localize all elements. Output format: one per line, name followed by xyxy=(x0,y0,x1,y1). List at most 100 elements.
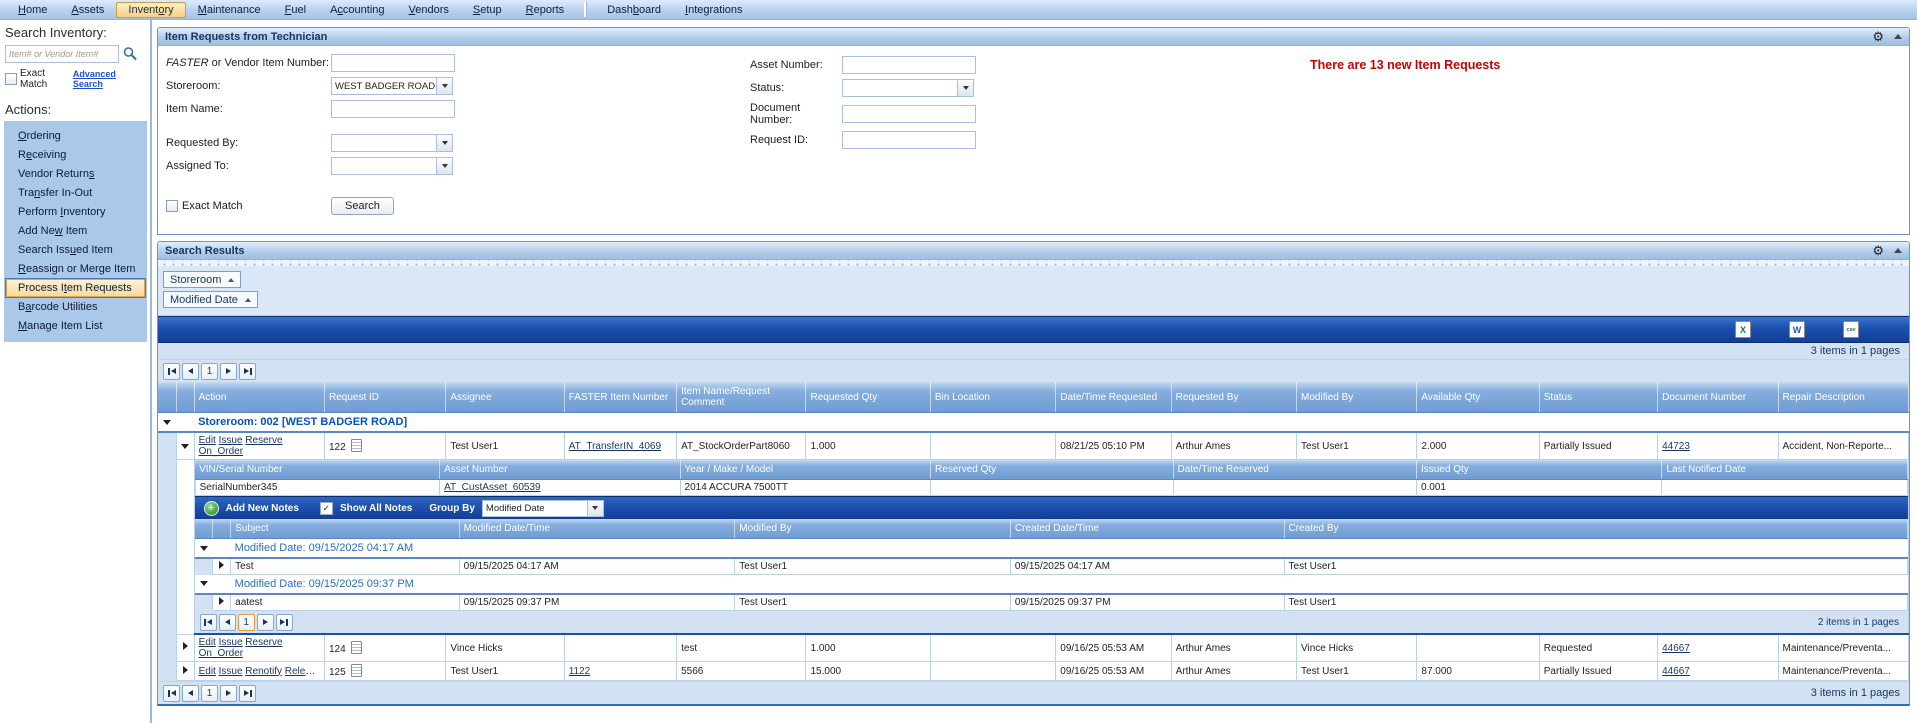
col-repair-description[interactable]: Repair Description xyxy=(1778,382,1909,413)
nav-maintenance[interactable]: Maintenance xyxy=(186,2,273,18)
col-date-time-reserved[interactable]: Date/Time Reserved xyxy=(1173,460,1416,480)
issue-link[interactable]: Issue xyxy=(219,666,243,677)
next-page-button[interactable] xyxy=(220,363,237,380)
action-manage-item-list[interactable]: Manage Item List xyxy=(6,317,145,335)
col-status[interactable]: Status xyxy=(1539,382,1657,413)
expand-note-icon[interactable] xyxy=(219,597,224,605)
faster-item-link[interactable]: AT_TransferIN_4069 xyxy=(569,441,661,452)
prev-page-button[interactable] xyxy=(219,614,236,631)
first-page-button[interactable] xyxy=(200,614,217,631)
export-excel-icon[interactable]: X xyxy=(1735,321,1751,338)
action-receiving[interactable]: Receiving xyxy=(6,146,145,164)
action-reassign-or-merge-item[interactable]: Reassign or Merge Item xyxy=(6,260,145,278)
col-bin-location[interactable]: Bin Location xyxy=(930,382,1055,413)
col-requested-by[interactable]: Requested By xyxy=(1171,382,1296,413)
col-last-notified-date[interactable]: Last Notified Date xyxy=(1662,460,1908,480)
col-faster-item-number[interactable]: FASTER Item Number xyxy=(564,382,676,413)
show-all-notes-checkbox[interactable]: ✓ xyxy=(320,502,333,515)
col-document-number[interactable]: Document Number xyxy=(1658,382,1778,413)
nav-reports[interactable]: Reports xyxy=(514,2,577,18)
reserve-link[interactable]: Reserve xyxy=(245,435,282,446)
expand-note-icon[interactable] xyxy=(219,561,224,569)
next-page-button[interactable] xyxy=(257,614,274,631)
renotify-link[interactable]: Renotify xyxy=(245,666,282,677)
first-page-button[interactable] xyxy=(163,363,180,380)
prev-page-button[interactable] xyxy=(182,363,199,380)
inventory-search-input[interactable] xyxy=(5,45,119,63)
item-name-input[interactable] xyxy=(331,100,455,118)
add-icon[interactable]: + xyxy=(204,501,219,516)
search-button[interactable]: Search xyxy=(331,197,394,215)
gear-icon[interactable]: ⚙ xyxy=(1872,30,1884,43)
col-issued-qty[interactable]: Issued Qty xyxy=(1416,460,1661,480)
col-vin-serial[interactable]: VIN/Serial Number xyxy=(195,460,439,480)
col-note-modified-by[interactable]: Modified By xyxy=(735,519,1011,539)
on-order-link[interactable]: On_Order xyxy=(199,446,243,457)
action-ordering[interactable]: Ordering xyxy=(6,127,145,145)
expand-row-icon[interactable] xyxy=(183,666,188,674)
col-created-datetime[interactable]: Created Date/Time xyxy=(1010,519,1284,539)
edit-link[interactable]: Edit xyxy=(199,435,216,446)
search-icon[interactable] xyxy=(122,46,138,62)
action-perform-inventory[interactable]: Perform Inventory xyxy=(6,203,145,221)
export-word-icon[interactable]: W xyxy=(1789,321,1805,338)
release-link[interactable]: Release xyxy=(285,666,322,677)
faster-item-link[interactable]: 1122 xyxy=(569,666,591,677)
action-transfer-in-out[interactable]: Transfer In-Out xyxy=(6,184,145,202)
action-add-new-item[interactable]: Add New Item xyxy=(6,222,145,240)
col-modified-by[interactable]: Modified By xyxy=(1297,382,1417,413)
next-page-button[interactable] xyxy=(220,685,237,702)
col-asset-number[interactable]: Asset Number xyxy=(440,460,680,480)
collapse-group-icon[interactable] xyxy=(200,546,208,551)
gear-icon[interactable]: ⚙ xyxy=(1872,244,1884,257)
col-available-qty[interactable]: Available Qty xyxy=(1417,382,1539,413)
col-created-by[interactable]: Created By xyxy=(1284,519,1907,539)
nav-assets[interactable]: Assets xyxy=(59,2,116,18)
assigned-to-select[interactable] xyxy=(331,157,453,175)
first-page-button[interactable] xyxy=(163,685,180,702)
document-number-link[interactable]: 44667 xyxy=(1662,666,1690,677)
last-page-button[interactable] xyxy=(276,614,293,631)
last-page-button[interactable] xyxy=(239,363,256,380)
nav-integrations[interactable]: Integrations xyxy=(673,2,755,18)
collapse-row-icon[interactable] xyxy=(181,444,189,449)
action-barcode-utilities[interactable]: Barcode Utilities xyxy=(6,298,145,316)
form-exact-match-checkbox[interactable] xyxy=(166,200,178,212)
issue-link[interactable]: Issue xyxy=(219,435,243,446)
nav-vendors[interactable]: Vendors xyxy=(397,2,461,18)
request-id-input[interactable] xyxy=(842,131,976,149)
asset-number-input[interactable] xyxy=(842,56,976,74)
expand-row-icon[interactable] xyxy=(183,642,188,650)
page-1-button[interactable]: 1 xyxy=(238,614,255,631)
page-1-button[interactable]: 1 xyxy=(201,363,218,380)
col-year-make-model[interactable]: Year / Make / Model xyxy=(680,460,930,480)
collapse-panel-icon[interactable] xyxy=(1894,248,1902,253)
nav-inventory[interactable]: Inventory xyxy=(116,2,185,18)
col-reserved-qty[interactable]: Reserved Qty xyxy=(931,460,1173,480)
col-requested-qty[interactable]: Requested Qty xyxy=(806,382,930,413)
last-page-button[interactable] xyxy=(239,685,256,702)
asset-number-link[interactable]: AT_CustAsset_60539 xyxy=(444,482,541,493)
collapse-group-icon[interactable] xyxy=(200,581,208,586)
sidebar-exact-match-checkbox[interactable] xyxy=(5,73,17,85)
nav-setup[interactable]: Setup xyxy=(461,2,514,18)
note-icon[interactable] xyxy=(351,664,362,677)
edit-link[interactable]: Edit xyxy=(199,637,216,648)
note-icon[interactable] xyxy=(351,439,362,452)
advanced-search-link[interactable]: Advanced Search xyxy=(73,69,146,89)
nav-dashboard[interactable]: Dashboard xyxy=(595,2,673,18)
faster-item-number-input[interactable] xyxy=(331,54,455,72)
status-select[interactable] xyxy=(842,79,974,97)
reserve-link[interactable]: Reserve xyxy=(245,637,282,648)
col-modified-datetime[interactable]: Modified Date/Time xyxy=(459,519,735,539)
col-subject[interactable]: Subject xyxy=(231,519,460,539)
document-number-input[interactable] xyxy=(842,105,976,123)
action-search-issued-item[interactable]: Search Issued Item xyxy=(6,241,145,259)
col-item-name[interactable]: Item Name/Request Comment xyxy=(677,382,806,413)
add-new-notes-button[interactable]: Add New Notes xyxy=(226,503,299,514)
nav-accounting[interactable]: Accounting xyxy=(318,2,396,18)
action-process-item-requests[interactable]: Process Item Requests xyxy=(6,279,145,297)
action-vendor-returns[interactable]: Vendor Returns xyxy=(6,165,145,183)
nav-home[interactable]: Home xyxy=(6,2,59,18)
group-chip-storeroom[interactable]: Storeroom xyxy=(163,271,241,288)
